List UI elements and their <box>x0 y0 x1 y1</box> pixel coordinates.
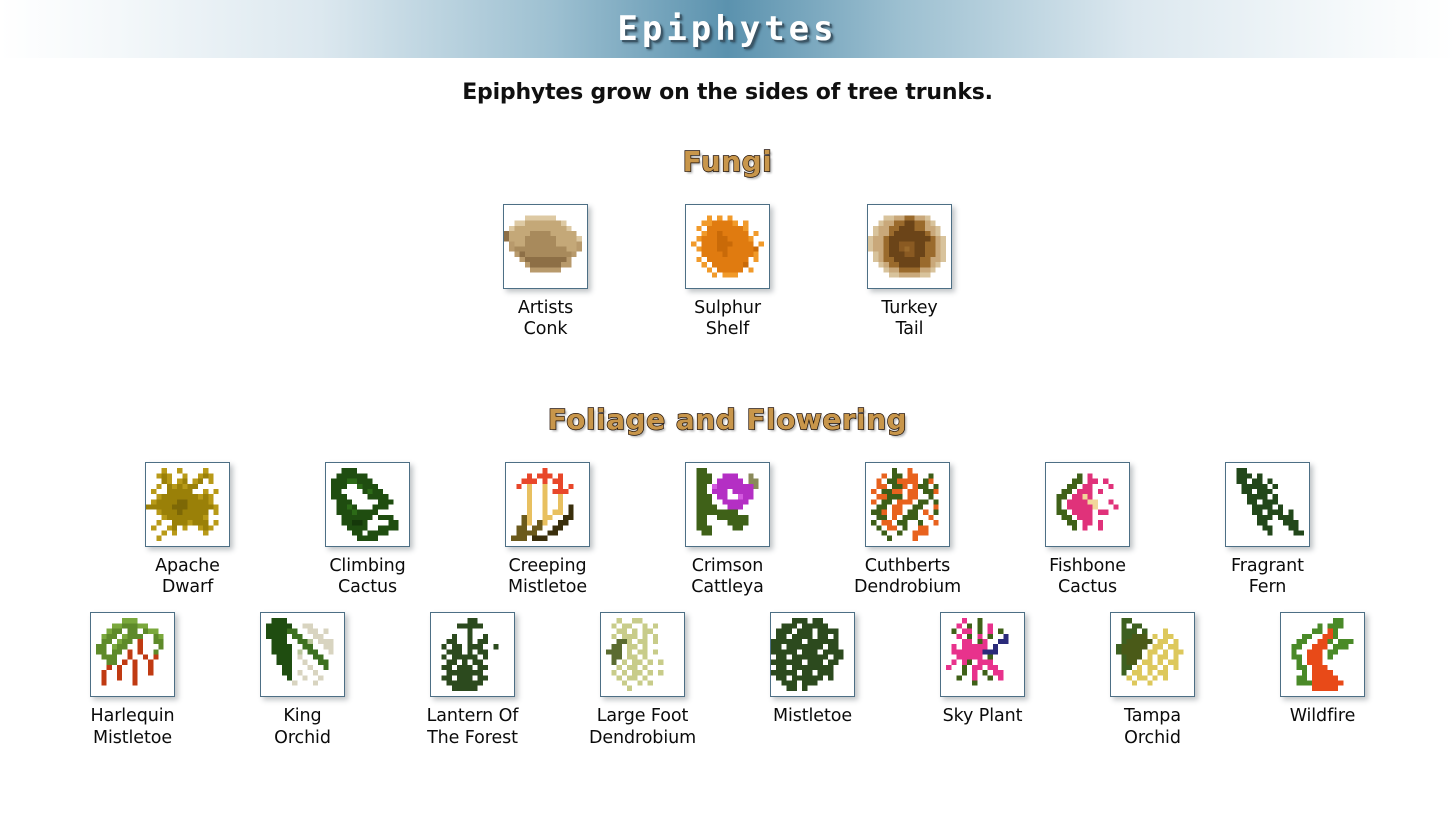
large-foot-dendrobium-icon[interactable] <box>600 612 685 698</box>
species-item[interactable]: Cuthberts Dendrobium <box>853 461 962 599</box>
species-label: Tampa Orchid <box>1124 706 1181 748</box>
species-label: Fragrant Fern <box>1231 555 1304 598</box>
species-label: Harlequin Mistletoe <box>90 706 175 748</box>
species-label: Creeping Mistletoe <box>507 555 587 598</box>
cuthberts-dendrobium-icon[interactable] <box>865 461 950 547</box>
species-label: Cuthberts Dendrobium <box>853 555 962 598</box>
sulphur-shelf-icon[interactable] <box>685 204 770 289</box>
wildfire-icon[interactable] <box>1280 612 1365 698</box>
species-label: King Orchid <box>274 706 331 748</box>
species-item[interactable]: Sky Plant <box>929 612 1037 727</box>
section-heading-foliage: Foliage and Flowering <box>547 402 908 436</box>
apache-dwarf-icon[interactable] <box>145 461 230 547</box>
species-item[interactable]: Fishbone Cactus <box>1034 461 1142 599</box>
species-label: Sky Plant <box>942 706 1023 727</box>
species-label: Turkey Tail <box>881 298 938 340</box>
species-label: Fishbone Cactus <box>1049 555 1126 598</box>
species-item[interactable]: Wildfire <box>1269 612 1377 727</box>
species-label: Apache Dwarf <box>155 555 220 598</box>
sky-plant-icon[interactable] <box>940 612 1025 698</box>
section-heading-fungi: Fungi <box>682 144 773 178</box>
turkey-tail-icon[interactable] <box>867 204 952 289</box>
species-item[interactable]: Climbing Cactus <box>314 461 422 599</box>
species-item[interactable]: Crimson Cattleya <box>674 461 782 599</box>
species-label: Sulphur Shelf <box>694 298 761 340</box>
king-orchid-icon[interactable] <box>260 612 345 698</box>
section-foliage: Foliage and Flowering Apache Dwarf Climbin… <box>0 402 1455 749</box>
species-item[interactable]: Creeping Mistletoe <box>494 461 602 599</box>
item-row: Apache Dwarf Climbing Cactus Creeping Mist… <box>0 461 1455 599</box>
species-item[interactable]: Sulphur Shelf <box>674 204 782 341</box>
species-label: Large Foot Dendrobium <box>588 706 697 748</box>
species-label: Climbing Cactus <box>329 555 406 598</box>
species-item[interactable]: Artists Conk <box>492 204 600 341</box>
climbing-cactus-icon[interactable] <box>325 461 410 547</box>
species-item[interactable]: Mistletoe <box>759 612 867 727</box>
fishbone-cactus-icon[interactable] <box>1045 461 1130 547</box>
species-item[interactable]: Harlequin Mistletoe <box>79 612 187 749</box>
crimson-cattleya-icon[interactable] <box>685 461 770 547</box>
species-label: Wildfire <box>1289 706 1356 727</box>
species-item[interactable]: Fragrant Fern <box>1214 461 1322 599</box>
species-item[interactable]: King Orchid <box>249 612 357 749</box>
page-subtitle: Epiphytes grow on the sides of tree trun… <box>462 80 993 105</box>
species-item[interactable]: Apache Dwarf <box>134 461 242 599</box>
creeping-mistletoe-icon[interactable] <box>505 461 590 547</box>
species-item[interactable]: Lantern Of The Forest <box>419 612 527 749</box>
sections-container: Fungi Artists Conk Sulphur Shelf Turkey Tai… <box>0 144 1455 749</box>
species-item[interactable]: Tampa Orchid <box>1099 612 1207 749</box>
species-item[interactable]: Turkey Tail <box>856 204 964 341</box>
mistletoe-icon[interactable] <box>770 612 855 698</box>
lantern-of-the-forest-icon[interactable] <box>430 612 515 698</box>
species-label: Mistletoe <box>772 706 852 727</box>
species-label: Crimson Cattleya <box>691 555 764 598</box>
harlequin-mistletoe-icon[interactable] <box>90 612 175 698</box>
tampa-orchid-icon[interactable] <box>1110 612 1195 698</box>
section-fungi: Fungi Artists Conk Sulphur Shelf Turkey Tai… <box>0 144 1455 341</box>
species-label: Lantern Of The Forest <box>426 706 519 748</box>
item-row: Artists Conk Sulphur Shelf Turkey Tail <box>0 204 1455 341</box>
species-label: Artists Conk <box>517 298 574 340</box>
fragrant-fern-icon[interactable] <box>1225 461 1310 547</box>
page-banner: Epiphytes <box>0 0 1455 58</box>
artists-conk-icon[interactable] <box>503 204 588 289</box>
species-item[interactable]: Large Foot Dendrobium <box>589 612 697 749</box>
page-title: Epiphytes <box>617 9 838 49</box>
item-row: Harlequin Mistletoe King Orchid Lantern Of… <box>0 612 1455 749</box>
